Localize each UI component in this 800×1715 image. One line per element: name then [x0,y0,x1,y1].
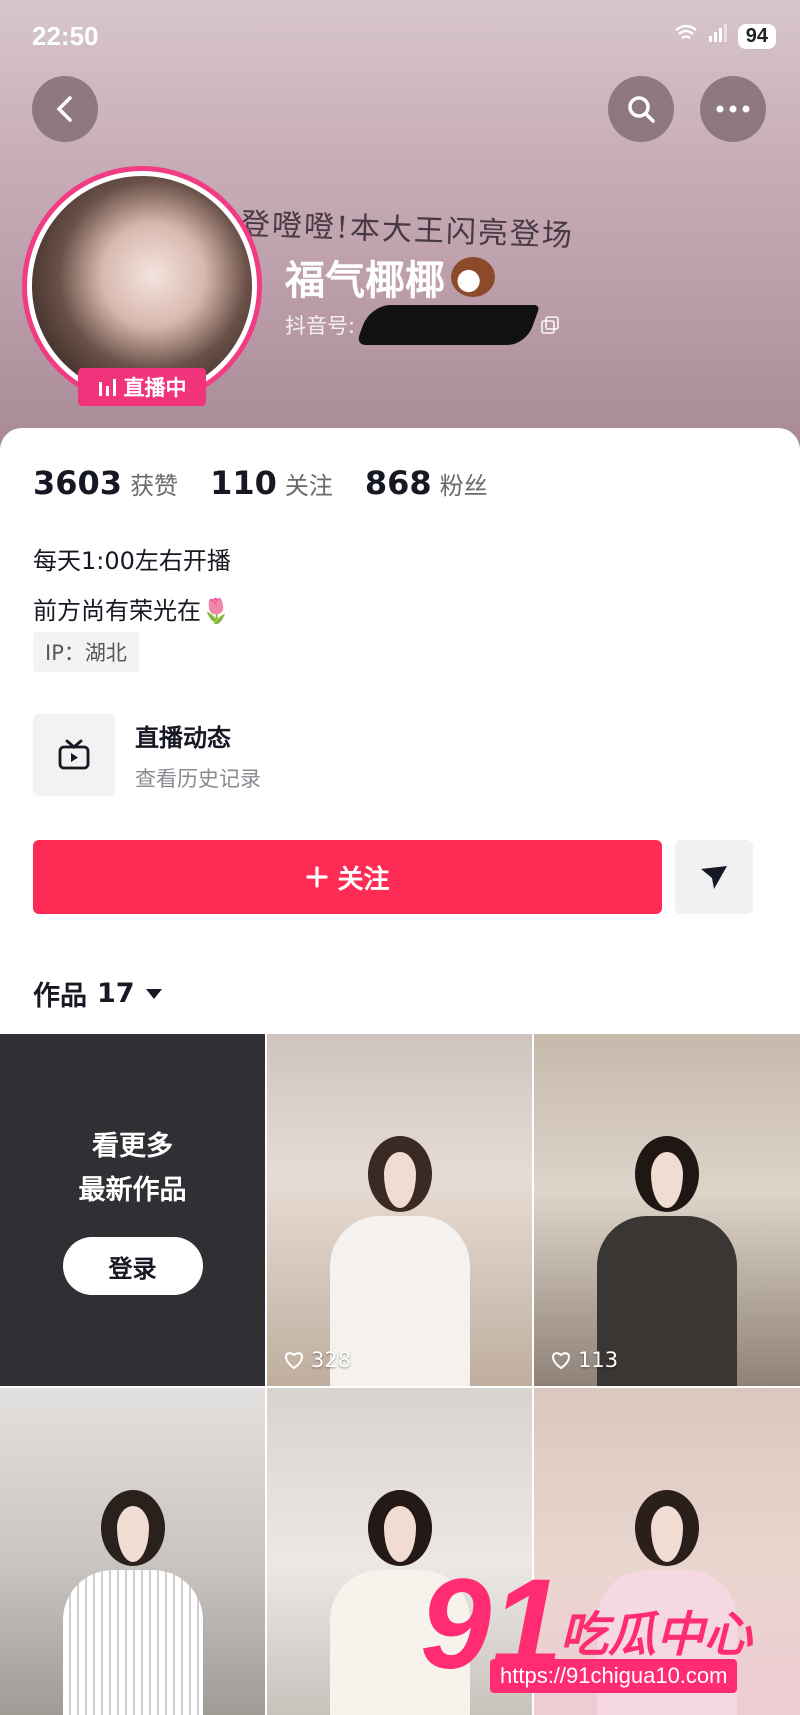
thumbnail-figure [62,1490,203,1715]
video-thumbnail[interactable]: 328 [267,1034,532,1386]
copy-icon[interactable] [541,316,559,334]
douyin-id[interactable]: 抖音号: [285,305,559,345]
more-button[interactable] [700,76,766,142]
watermark-text: 吃瓜中心 [560,1607,753,1663]
redacted-id [355,305,541,345]
header-scribble: 登噔噔!本大王闪亮登场 [239,207,575,254]
more-dots-icon [716,105,750,113]
nickname-text: 福气椰椰 [285,258,445,304]
plus-icon [306,866,329,888]
stat-likes[interactable]: 3603 获赞 [33,464,178,502]
ip-location-chip: IP：湖北 [33,632,139,672]
follow-label: 关注 [337,864,390,895]
follow-button[interactable]: 关注 [33,840,662,914]
live-tv-icon [33,714,115,796]
live-bars-icon [98,379,116,396]
caret-down-icon [145,988,162,999]
bio-line-1: 每天1:00左右开播 [33,547,231,575]
search-button[interactable] [608,76,674,142]
bio: 每天1:00左右开播 前方尚有荣光在🌷 [33,536,231,636]
live-history-subtitle: 查看历史记录 [135,766,261,791]
tab-works[interactable]: 作品 17 [33,974,163,1013]
site-watermark: 91 吃瓜中心 https://91chigua10.com [420,1561,780,1705]
status-bar: 22:50 94 [32,18,776,54]
video-thumbnail[interactable]: 113 [534,1034,800,1386]
heart-icon [285,1352,303,1370]
live-history-title: 直播动态 [135,723,231,752]
search-icon [628,96,655,123]
live-badge[interactable]: 直播中 [78,368,206,406]
battery-indicator: 94 [737,23,776,49]
status-time: 22:50 [32,20,99,51]
coconut-emoji-icon [451,257,495,297]
signal-icon [708,24,728,48]
chevron-left-icon [56,96,72,122]
profile-card: 3603 获赞 110 关注 868 粉丝 每天1:00左右开播 前方尚有荣光在🌷 I… [0,428,800,1715]
nickname: 福气椰椰 [285,248,495,306]
works-count: 17 [97,978,135,1009]
wifi-icon [674,24,698,48]
like-count: 328 [283,1348,351,1372]
watermark-url: https://91chigua10.com [490,1659,738,1693]
avatar-image [32,176,252,396]
bio-line-2: 前方尚有荣光在🌷 [33,597,231,625]
profile-header: 22:50 94 登噔噔!本大王闪亮登场 直播中 福气椰椰 抖音号: [0,0,800,450]
works-label: 作品 [33,981,87,1012]
stats-row: 3603 获赞 110 关注 868 粉丝 [33,464,488,502]
send-arrow-icon [701,866,727,889]
video-thumbnail[interactable] [0,1388,265,1715]
heart-icon [552,1352,570,1370]
stat-following[interactable]: 110 关注 [210,464,333,502]
like-count: 113 [550,1348,618,1372]
live-history-entry[interactable]: 直播动态 查看历史记录 [33,714,261,796]
share-button[interactable] [675,840,753,914]
back-button[interactable] [32,76,98,142]
stat-followers[interactable]: 868 粉丝 [365,464,488,502]
live-badge-label: 直播中 [123,376,187,400]
see-more-line-1: 看更多 [92,1131,173,1162]
see-more-cell: 看更多 最新作品 登录 [0,1034,265,1386]
login-button[interactable]: 登录 [62,1237,203,1295]
douyin-id-label: 抖音号: [285,314,356,338]
see-more-line-2: 最新作品 [78,1175,187,1206]
